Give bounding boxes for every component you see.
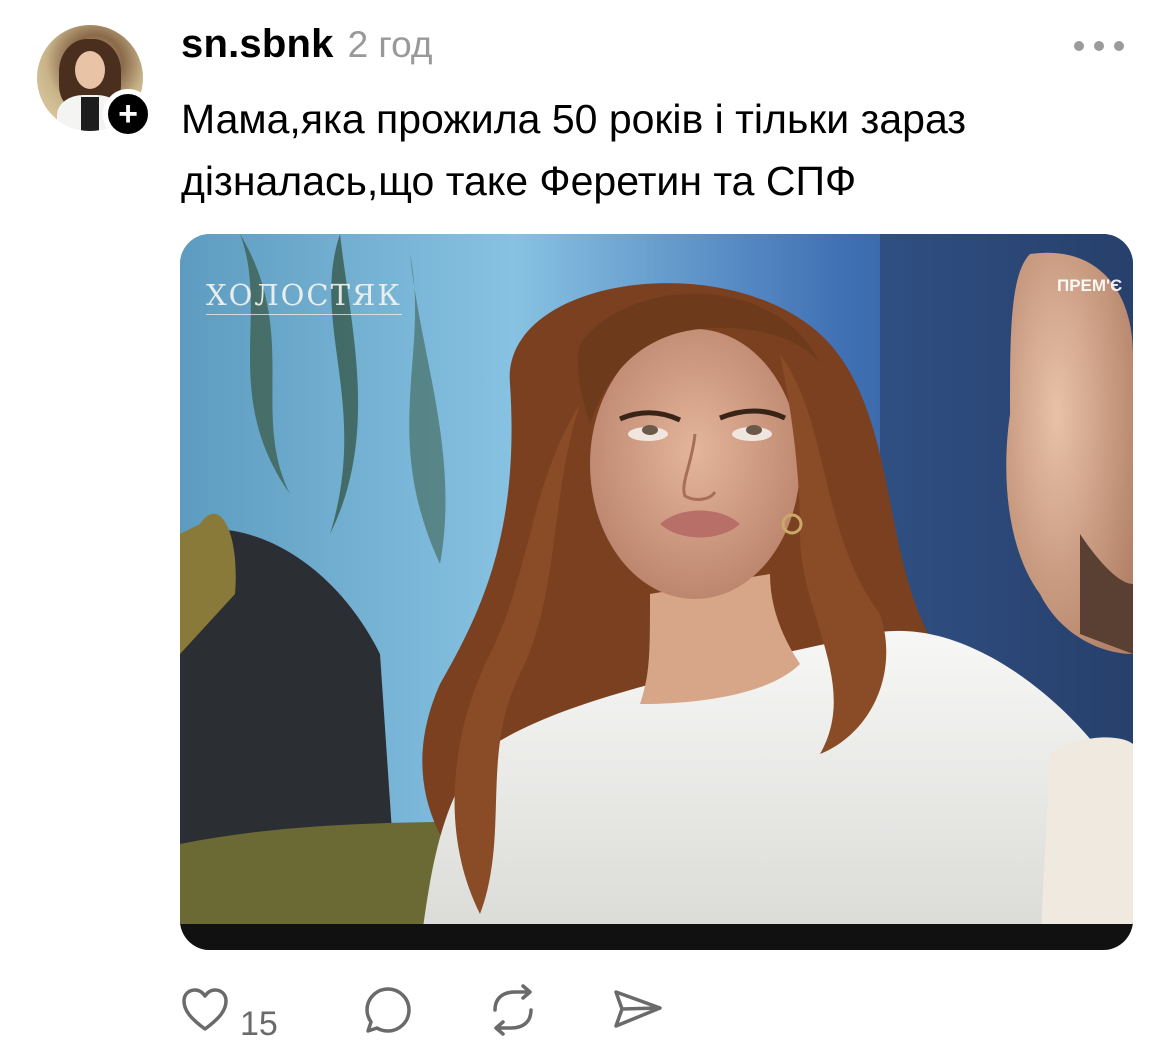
comment-button[interactable] bbox=[362, 987, 414, 1033]
heart-icon bbox=[180, 985, 230, 1035]
more-dot-icon bbox=[1094, 41, 1104, 51]
tv-premiere-badge: ПРЕМ'Є bbox=[1057, 276, 1123, 295]
share-icon bbox=[610, 984, 666, 1036]
thread-post: + sn.sbnk 2 год Мама,яка прожила 50 рокі… bbox=[0, 0, 1170, 1043]
like-count: 15 bbox=[240, 1004, 278, 1043]
avatar-photo-face bbox=[75, 51, 105, 89]
author-avatar-container[interactable]: + bbox=[37, 25, 153, 139]
username[interactable]: sn.sbnk bbox=[181, 22, 334, 67]
like-button[interactable]: 15 bbox=[180, 988, 278, 1043]
tv-scene-illustration bbox=[180, 234, 1133, 950]
post-text: Мама,яка прожила 50 років і тільки зараз… bbox=[181, 96, 967, 204]
tv-show-logo: ХОЛОСТЯК bbox=[206, 278, 402, 315]
comment-icon bbox=[362, 984, 414, 1036]
timestamp: 2 год bbox=[347, 24, 433, 65]
post-actions: 15 bbox=[180, 984, 700, 1043]
share-button[interactable] bbox=[610, 990, 666, 1030]
more-dot-icon bbox=[1114, 41, 1124, 51]
avatar-photo-shirt bbox=[81, 97, 99, 131]
follow-button[interactable]: + bbox=[103, 89, 153, 139]
repost-icon bbox=[485, 984, 541, 1036]
post-image[interactable]: ХОЛОСТЯК ПРЕМ'Є bbox=[180, 234, 1133, 950]
post-header: sn.sbnk 2 год bbox=[181, 22, 432, 70]
plus-icon: + bbox=[118, 95, 138, 133]
repost-button[interactable] bbox=[485, 984, 541, 1036]
more-dot-icon bbox=[1074, 41, 1084, 51]
more-options-button[interactable] bbox=[1074, 36, 1124, 56]
